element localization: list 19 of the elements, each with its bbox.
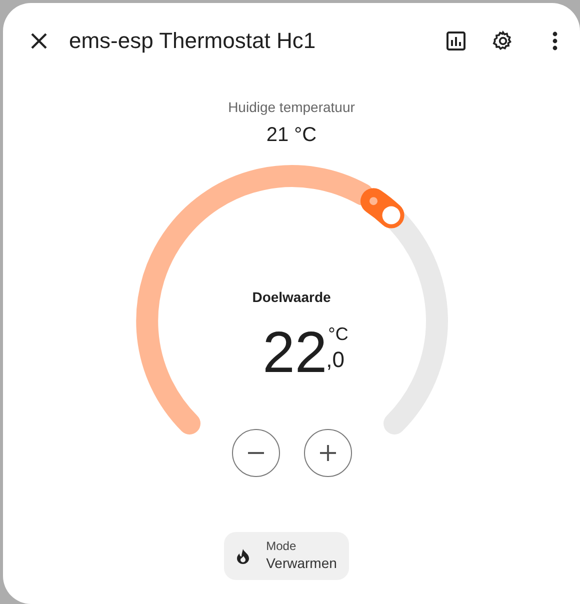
current-temperature-label: Huidige temperatuur xyxy=(228,98,355,117)
increase-button[interactable] xyxy=(304,429,352,477)
target-temperature: 22 xyxy=(262,322,328,384)
dialog-title: ems-esp Thermostat Hc1 xyxy=(69,27,316,55)
target-decimal: ,0 xyxy=(326,348,346,372)
target-label: Doelwaarde xyxy=(252,288,331,307)
minus-icon xyxy=(248,452,264,454)
close-icon[interactable] xyxy=(29,30,49,50)
dial-handle[interactable] xyxy=(360,188,404,228)
temperature-unit: °C xyxy=(328,324,348,344)
mode-button[interactable]: Mode Verwarmen xyxy=(224,532,349,580)
decrease-button[interactable] xyxy=(232,429,280,477)
flame-icon xyxy=(237,548,250,564)
chart-icon[interactable] xyxy=(446,30,466,50)
current-temperature: 21 °C xyxy=(266,123,317,148)
more-options-icon[interactable] xyxy=(552,30,558,50)
dial-fill[interactable] xyxy=(136,165,374,434)
settings-icon[interactable] xyxy=(492,30,514,52)
plus-icon xyxy=(320,445,336,461)
